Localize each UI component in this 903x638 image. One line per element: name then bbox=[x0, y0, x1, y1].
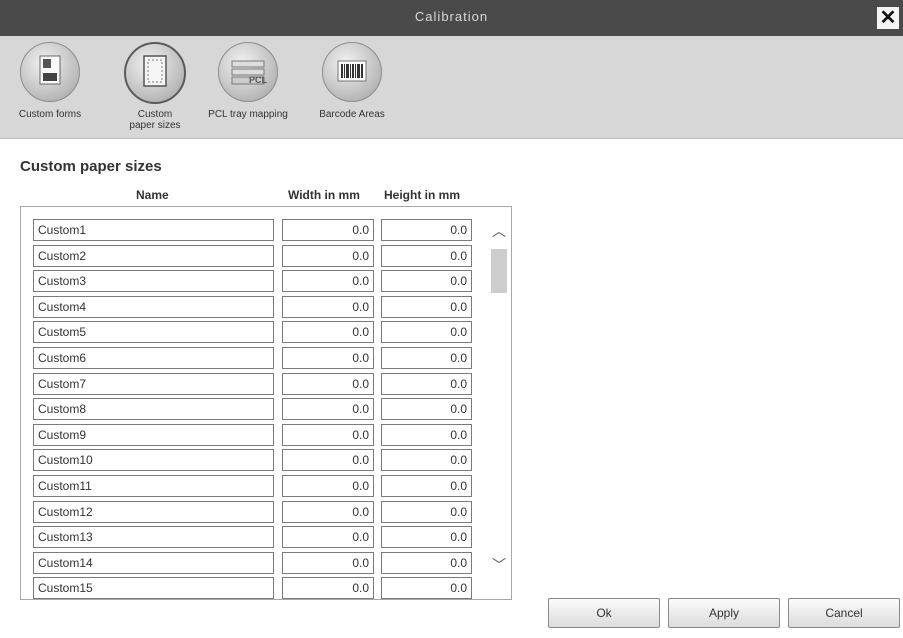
height-field[interactable]: 0.0 bbox=[381, 500, 472, 523]
tool-label-barcode-areas: Barcode Areas bbox=[319, 109, 385, 120]
name-field[interactable]: Custom12 bbox=[33, 500, 274, 523]
column-header-name: Name bbox=[136, 188, 169, 202]
name-field[interactable]: Custom4 bbox=[33, 295, 274, 318]
width-field[interactable]: 0.0 bbox=[282, 475, 374, 497]
custom-paper-sizes-icon bbox=[124, 42, 186, 104]
title-bar: Calibration ✕ bbox=[0, 0, 903, 36]
width-field[interactable]: 0.0 bbox=[282, 321, 374, 344]
scroll-thumb[interactable] bbox=[491, 249, 507, 293]
height-field[interactable]: 0.0 bbox=[381, 449, 472, 472]
width-field[interactable]: 0.0 bbox=[282, 295, 374, 318]
height-field[interactable]: 0.0 bbox=[381, 526, 472, 549]
tool-label-custom-forms: Custom forms bbox=[18, 109, 82, 120]
cancel-button[interactable]: Cancel bbox=[788, 598, 900, 628]
height-field[interactable]: 0.0 bbox=[381, 295, 472, 318]
scroll-up-icon[interactable]: ︿ bbox=[491, 221, 507, 239]
name-field[interactable]: Custom7 bbox=[33, 372, 274, 395]
name-field[interactable]: Custom5 bbox=[33, 321, 274, 344]
height-field[interactable]: 0.0 bbox=[381, 372, 472, 395]
close-button[interactable]: ✕ bbox=[877, 7, 899, 29]
width-field[interactable]: 0.0 bbox=[282, 551, 374, 574]
pcl-badge-text: PCL bbox=[249, 75, 268, 85]
section-title: Custom paper sizes bbox=[20, 158, 162, 175]
tool-custom-paper-sizes[interactable]: Custom paper sizes bbox=[111, 42, 199, 131]
name-field[interactable]: Custom6 bbox=[33, 347, 274, 369]
height-field[interactable]: 0.0 bbox=[381, 475, 472, 497]
name-field[interactable]: Custom1 bbox=[33, 219, 274, 241]
tool-barcode-areas[interactable]: Barcode Areas bbox=[308, 42, 396, 120]
name-field[interactable]: Custom15 bbox=[33, 577, 274, 599]
tool-label-pcl-tray-mapping: PCL tray mapping bbox=[208, 109, 288, 120]
tool-pcl-tray-mapping[interactable]: PCL PCL tray mapping bbox=[204, 42, 292, 120]
custom-forms-icon bbox=[20, 42, 80, 102]
name-field[interactable]: Custom14 bbox=[33, 551, 274, 574]
vertical-scrollbar[interactable]: ︿ ﹀ bbox=[489, 207, 509, 599]
scroll-down-icon[interactable]: ﹀ bbox=[491, 555, 507, 573]
pcl-tray-mapping-icon: PCL bbox=[218, 42, 278, 102]
height-field[interactable]: 0.0 bbox=[381, 423, 472, 446]
width-field[interactable]: 0.0 bbox=[282, 270, 374, 293]
apply-button[interactable]: Apply bbox=[668, 598, 780, 628]
name-field[interactable]: Custom3 bbox=[33, 270, 274, 293]
height-field[interactable]: 0.0 bbox=[381, 398, 472, 421]
height-field[interactable]: 0.0 bbox=[381, 244, 472, 267]
name-field[interactable]: Custom13 bbox=[33, 526, 274, 549]
width-field[interactable]: 0.0 bbox=[282, 526, 374, 549]
width-field[interactable]: 0.0 bbox=[282, 244, 374, 267]
barcode-areas-icon bbox=[322, 42, 382, 102]
name-field[interactable]: Custom2 bbox=[33, 244, 274, 267]
height-field[interactable]: 0.0 bbox=[381, 321, 472, 344]
height-field[interactable]: 0.0 bbox=[381, 551, 472, 574]
paper-sizes-list[interactable]: Custom1 0.0 0.0 Custom2 0.0 0.0 Custom3 0.0 0.0 C… bbox=[20, 206, 512, 600]
width-field[interactable]: 0.0 bbox=[282, 423, 374, 446]
width-field[interactable]: 0.0 bbox=[282, 449, 374, 472]
column-header-height: Height in mm bbox=[384, 188, 461, 202]
width-field[interactable]: 0.0 bbox=[282, 500, 374, 523]
width-field[interactable]: 0.0 bbox=[282, 577, 374, 599]
width-field[interactable]: 0.0 bbox=[282, 219, 374, 241]
name-field[interactable]: Custom8 bbox=[33, 398, 274, 421]
tool-custom-forms[interactable]: Custom forms bbox=[6, 42, 94, 120]
close-icon: ✕ bbox=[879, 7, 897, 29]
ok-button[interactable]: Ok bbox=[548, 598, 660, 628]
name-field[interactable]: Custom9 bbox=[33, 423, 274, 446]
name-field[interactable]: Custom10 bbox=[33, 449, 274, 472]
height-field[interactable]: 0.0 bbox=[381, 577, 472, 599]
toolbar: Custom forms Custom paper sizes PCL PCL … bbox=[0, 36, 903, 139]
column-header-width: Width in mm bbox=[288, 188, 360, 202]
width-field[interactable]: 0.0 bbox=[282, 347, 374, 369]
width-field[interactable]: 0.0 bbox=[282, 398, 374, 421]
width-field[interactable]: 0.0 bbox=[282, 372, 374, 395]
height-field[interactable]: 0.0 bbox=[381, 347, 472, 369]
tool-label-custom-paper-sizes: Custom paper sizes bbox=[129, 109, 181, 131]
name-field[interactable]: Custom11 bbox=[33, 475, 274, 497]
height-field[interactable]: 0.0 bbox=[381, 219, 472, 241]
height-field[interactable]: 0.0 bbox=[381, 270, 472, 293]
window-title: Calibration bbox=[414, 9, 489, 24]
